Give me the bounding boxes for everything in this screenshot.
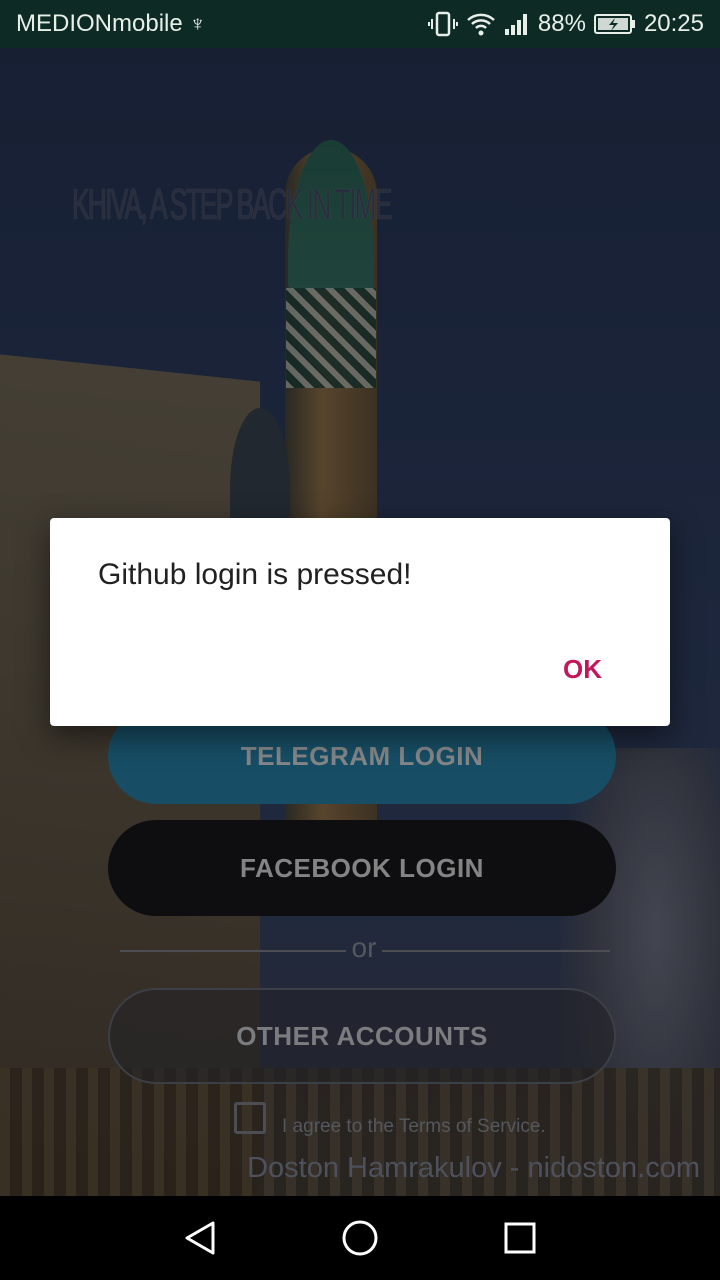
clock: 20:25	[643, 10, 704, 37]
dialog-message: Github login is pressed!	[98, 558, 412, 591]
navigation-bar	[0, 1196, 720, 1280]
wifi-icon	[466, 11, 496, 37]
carrier-name: MEDIONmobile	[16, 10, 183, 37]
signal-icon	[504, 12, 530, 36]
status-icons: 88% 20:25	[427, 8, 704, 40]
back-icon[interactable]	[176, 1214, 224, 1262]
alert-dialog: Github login is pressed! OK	[50, 518, 670, 726]
usb-icon: ♆	[189, 11, 206, 36]
recents-icon[interactable]	[496, 1214, 544, 1262]
home-icon[interactable]	[336, 1214, 384, 1262]
status-bar: MEDIONmobile ♆ 88% 20:25	[0, 0, 720, 48]
battery-charging-icon	[593, 13, 636, 35]
carrier-label: MEDIONmobile ♆	[16, 10, 206, 38]
battery-percent: 88%	[537, 10, 586, 37]
ok-button[interactable]: OK	[551, 650, 614, 689]
vibrate-icon	[427, 9, 458, 39]
